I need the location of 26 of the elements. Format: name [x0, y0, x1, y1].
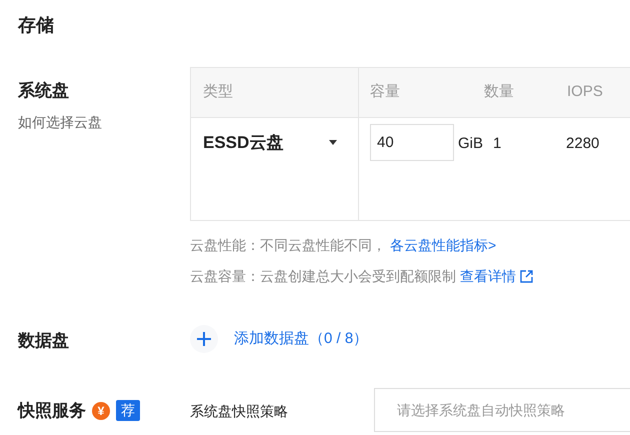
iops-cell-text: 2280	[566, 134, 600, 154]
external-link-icon	[520, 270, 533, 283]
caret-icon	[329, 140, 338, 146]
section-title: 存储	[18, 14, 54, 37]
add-data-disk-button[interactable]: 添加数据盘（0 / 8）	[190, 325, 368, 353]
note-text: 云盘容量：云盘创建总大小会受到配额限制 查看详情	[190, 266, 533, 287]
field-label: 数据盘	[18, 330, 69, 352]
count-cell-text: 1	[493, 134, 502, 154]
unit-label: GiB	[458, 134, 484, 154]
note-link[interactable]: 查看详情	[460, 266, 533, 287]
recommended-badge: 荐	[116, 400, 140, 422]
note-link[interactable]: 各云盘性能指标>	[390, 235, 496, 256]
field-label: 系统盘	[18, 80, 70, 102]
price-icon: ¥	[92, 402, 110, 420]
column-header: 类型	[191, 68, 359, 117]
field-label: 快照服务	[18, 400, 86, 422]
disk-type-dropdown[interactable]: ESSD云盘	[203, 130, 338, 156]
snapshot-policy-select[interactable]: 请选择系统盘自动快照策略	[374, 388, 630, 432]
help-text: 如何选择云盘	[18, 112, 102, 132]
column-header: 容量	[369, 82, 401, 102]
column-header: 数量	[484, 82, 515, 102]
plus-icon	[190, 325, 218, 353]
note-text: 云盘性能：不同云盘性能不同， 各云盘性能指标>	[190, 235, 533, 256]
policy-label: 系统盘快照策略	[190, 402, 288, 421]
column-header: IOPS	[567, 82, 603, 102]
capacity-input[interactable]: 40	[370, 124, 454, 161]
